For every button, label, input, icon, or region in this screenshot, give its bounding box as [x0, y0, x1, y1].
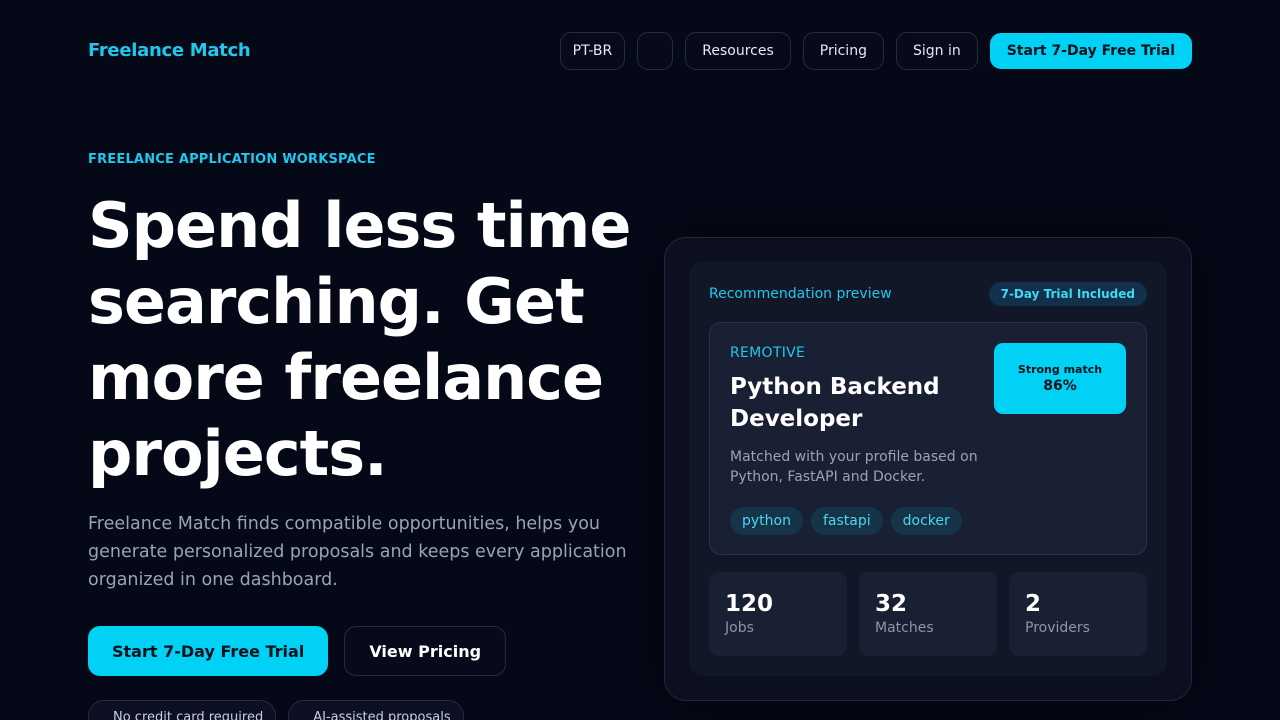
nav-signin-button[interactable]: Sign in: [895, 32, 978, 70]
skill-tag: docker: [890, 507, 962, 535]
job-company: REMOTIVE: [730, 345, 806, 361]
skill-tag: python: [730, 507, 803, 535]
nav-resources-button[interactable]: Resources: [685, 32, 791, 70]
stat-label: Jobs: [725, 620, 754, 636]
top-nav: PT-BR Resources Pricing Sign in Start 7-…: [559, 32, 1192, 70]
recommendation-preview-card: Recommendation preview 7-Day Trial Inclu…: [664, 237, 1192, 701]
stat-jobs: 120 Jobs: [709, 572, 847, 656]
feature-pill: AI-assisted proposals: [288, 700, 464, 720]
job-title: Python Backend Developer: [730, 374, 940, 432]
stat-label: Matches: [875, 620, 934, 636]
hero-description: Freelance Match finds compatible opportu…: [88, 514, 627, 590]
hero-start-trial-button[interactable]: Start 7-Day Free Trial: [88, 626, 329, 676]
match-label: Strong match: [1017, 363, 1103, 376]
theme-toggle-button[interactable]: [637, 32, 674, 70]
language-toggle-button[interactable]: PT-BR: [559, 32, 626, 70]
hero-eyebrow: FREELANCE APPLICATION WORKSPACE: [88, 152, 376, 167]
hero-view-pricing-button[interactable]: View Pricing: [344, 626, 507, 676]
job-description: Matched with your profile based on Pytho…: [730, 449, 978, 485]
stat-value: 120: [725, 591, 774, 617]
feature-pill: No credit card required: [88, 700, 277, 720]
stat-value: 32: [875, 591, 908, 617]
stats-row: 120 Jobs 32 Matches 2 Providers: [709, 572, 1147, 656]
hero-actions: Start 7-Day Free Trial View Pricing: [88, 626, 507, 676]
job-tags: python fastapi docker: [730, 507, 962, 535]
skill-tag: fastapi: [810, 507, 883, 535]
brand-logo[interactable]: Freelance Match: [88, 40, 251, 61]
match-value: 86%: [1043, 378, 1077, 394]
stat-value: 2: [1025, 591, 1042, 617]
preview-label: Recommendation preview: [709, 286, 892, 302]
trial-badge: 7-Day Trial Included: [988, 282, 1147, 306]
match-score-badge: Strong match 86%: [994, 343, 1126, 414]
hero-headline: Spend less time searching. Get more free…: [88, 189, 631, 490]
nav-start-trial-button[interactable]: Start 7-Day Free Trial: [989, 33, 1192, 69]
nav-pricing-button[interactable]: Pricing: [802, 32, 884, 70]
stat-providers: 2 Providers: [1009, 572, 1147, 656]
stat-matches: 32 Matches: [859, 572, 997, 656]
recommendation-preview-panel: Recommendation preview 7-Day Trial Inclu…: [689, 262, 1167, 676]
job-card[interactable]: REMOTIVE Python Backend Developer Strong…: [709, 322, 1147, 555]
hero-feature-pills: No credit card required AI-assisted prop…: [88, 700, 464, 720]
stat-label: Providers: [1025, 620, 1090, 636]
